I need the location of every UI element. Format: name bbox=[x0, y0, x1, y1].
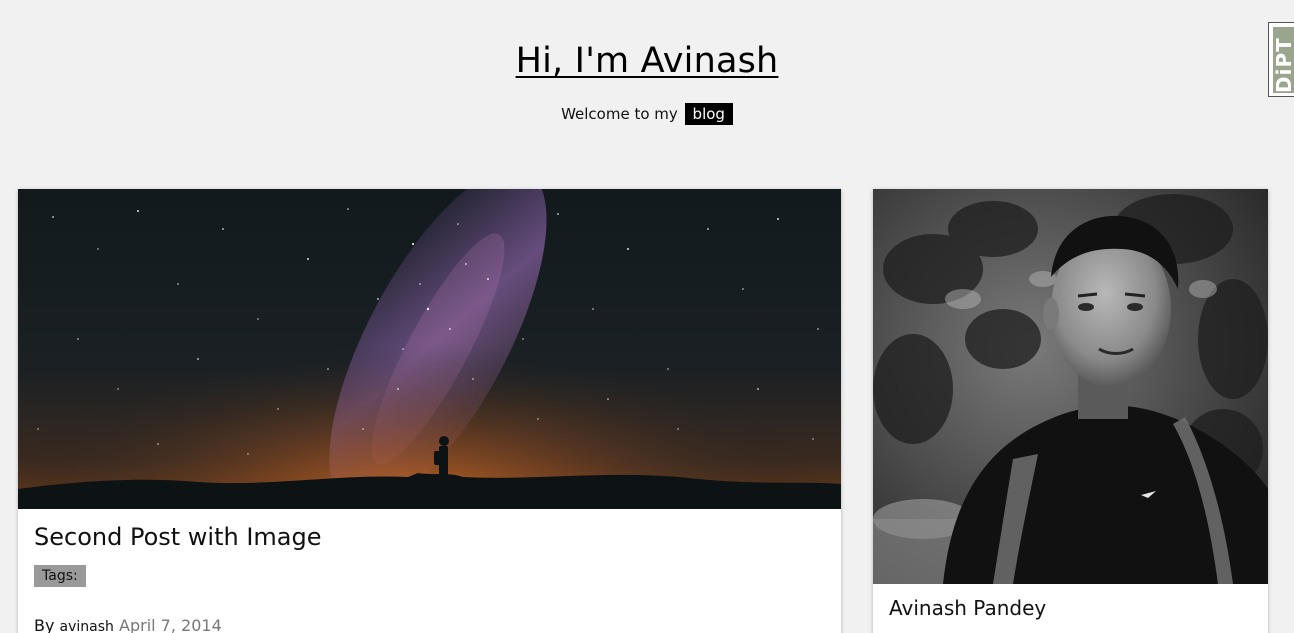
corner-badge-logo: DiPT bbox=[1273, 27, 1294, 93]
site-title: Hi, I'm Avinash bbox=[0, 38, 1294, 84]
post-byline: By avinash April 7, 2014 bbox=[34, 615, 222, 633]
post-date: April 7, 2014 bbox=[119, 616, 222, 633]
post-title[interactable]: Second Post with Image bbox=[34, 522, 322, 552]
post-image[interactable] bbox=[18, 189, 841, 509]
profile-card[interactable]: Avinash Pandey bbox=[873, 189, 1268, 633]
profile-name: Avinash Pandey bbox=[889, 596, 1047, 620]
site-title-link[interactable]: Hi, I'm Avinash bbox=[516, 41, 779, 81]
blog-badge: blog bbox=[684, 103, 733, 125]
profile-photo bbox=[873, 189, 1268, 584]
page: Hi, I'm Avinash Welcome to my blog DiPT bbox=[0, 0, 1294, 633]
tagline-text: Welcome to my bbox=[561, 105, 678, 123]
corner-badge-text: DiPT bbox=[1273, 37, 1294, 93]
corner-badge[interactable]: DiPT bbox=[1268, 22, 1294, 97]
tagline: Welcome to my blog bbox=[0, 103, 1294, 125]
post-card[interactable]: Second Post with Image Tags: By avinash … bbox=[18, 189, 841, 633]
byline-prefix: By bbox=[34, 616, 55, 633]
author-link[interactable]: avinash bbox=[60, 619, 114, 633]
tags-label: Tags: bbox=[34, 565, 86, 587]
